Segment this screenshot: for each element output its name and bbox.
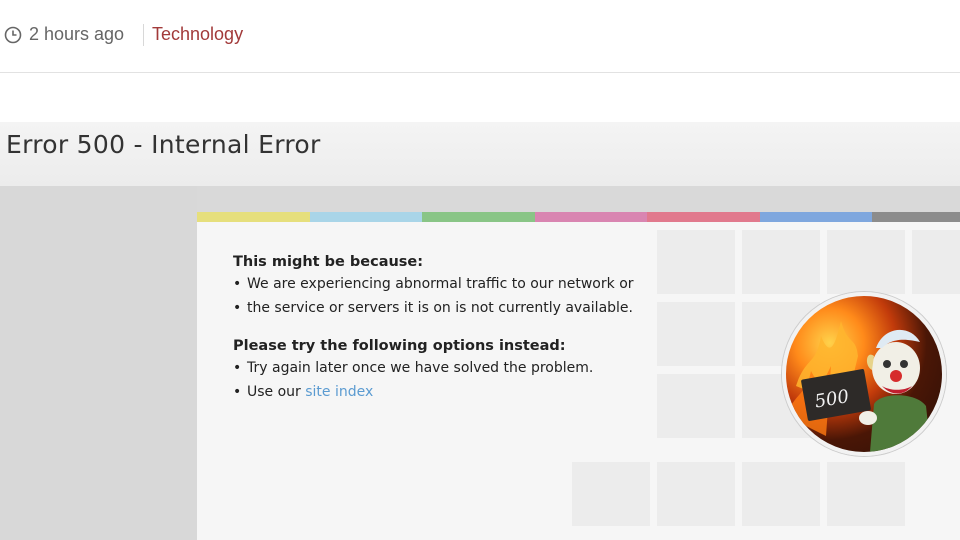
stripe-yellow [197, 212, 310, 222]
bullet-icon: • [233, 276, 242, 292]
article-meta-bar: 2 hours ago Technology [0, 0, 960, 73]
meta-divider [143, 24, 144, 46]
bg-tile [657, 462, 735, 526]
reasons-heading: This might be because: [233, 254, 424, 270]
stripe-pink [535, 212, 647, 222]
option-item: • Try again later once we have solved th… [233, 360, 753, 376]
reason-text: We are experiencing abnormal traffic to … [247, 276, 634, 292]
bg-tile [827, 230, 905, 294]
reason-item: • We are experiencing abnormal traffic t… [233, 276, 753, 292]
stripe-light-blue [310, 212, 422, 222]
bg-tile [912, 230, 960, 294]
stripe-gray [872, 212, 960, 222]
site-index-link[interactable]: site index [305, 384, 373, 400]
option-prefix: Use our [247, 384, 306, 400]
clown-badge-image: 500 [782, 292, 946, 456]
bg-tile [827, 462, 905, 526]
bullet-icon: • [233, 300, 242, 316]
bullet-icon: • [233, 360, 242, 376]
option-text: Use our site index [247, 384, 373, 400]
error-message: This might be because: • We are experien… [233, 254, 753, 408]
reason-item: • the service or servers it is on is not… [233, 300, 753, 316]
stripe-rose [647, 212, 760, 222]
page-title: Error 500 - Internal Error [6, 130, 321, 159]
bullet-icon: • [233, 384, 242, 400]
bg-tile [742, 462, 820, 526]
category-link[interactable]: Technology [152, 24, 243, 45]
clock-icon [4, 26, 22, 43]
stripe-blue [760, 212, 872, 222]
options-heading: Please try the following options instead… [233, 338, 566, 354]
bg-tile [572, 462, 650, 526]
error-page-screenshot: Error 500 - Internal Error This might be… [0, 122, 960, 540]
bg-tile [742, 230, 820, 294]
reason-text: the service or servers it is on is not c… [247, 300, 633, 316]
stripe-green [422, 212, 535, 222]
time-ago-text: 2 hours ago [29, 24, 125, 44]
error-page-header: Error 500 - Internal Error [0, 122, 960, 186]
clown-holding-500-sign-icon: 500 [786, 321, 931, 452]
timestamp: 2 hours ago [4, 24, 124, 45]
left-gutter [0, 186, 197, 540]
option-item: • Use our site index [233, 384, 753, 400]
option-text: Try again later once we have solved the … [247, 360, 594, 376]
